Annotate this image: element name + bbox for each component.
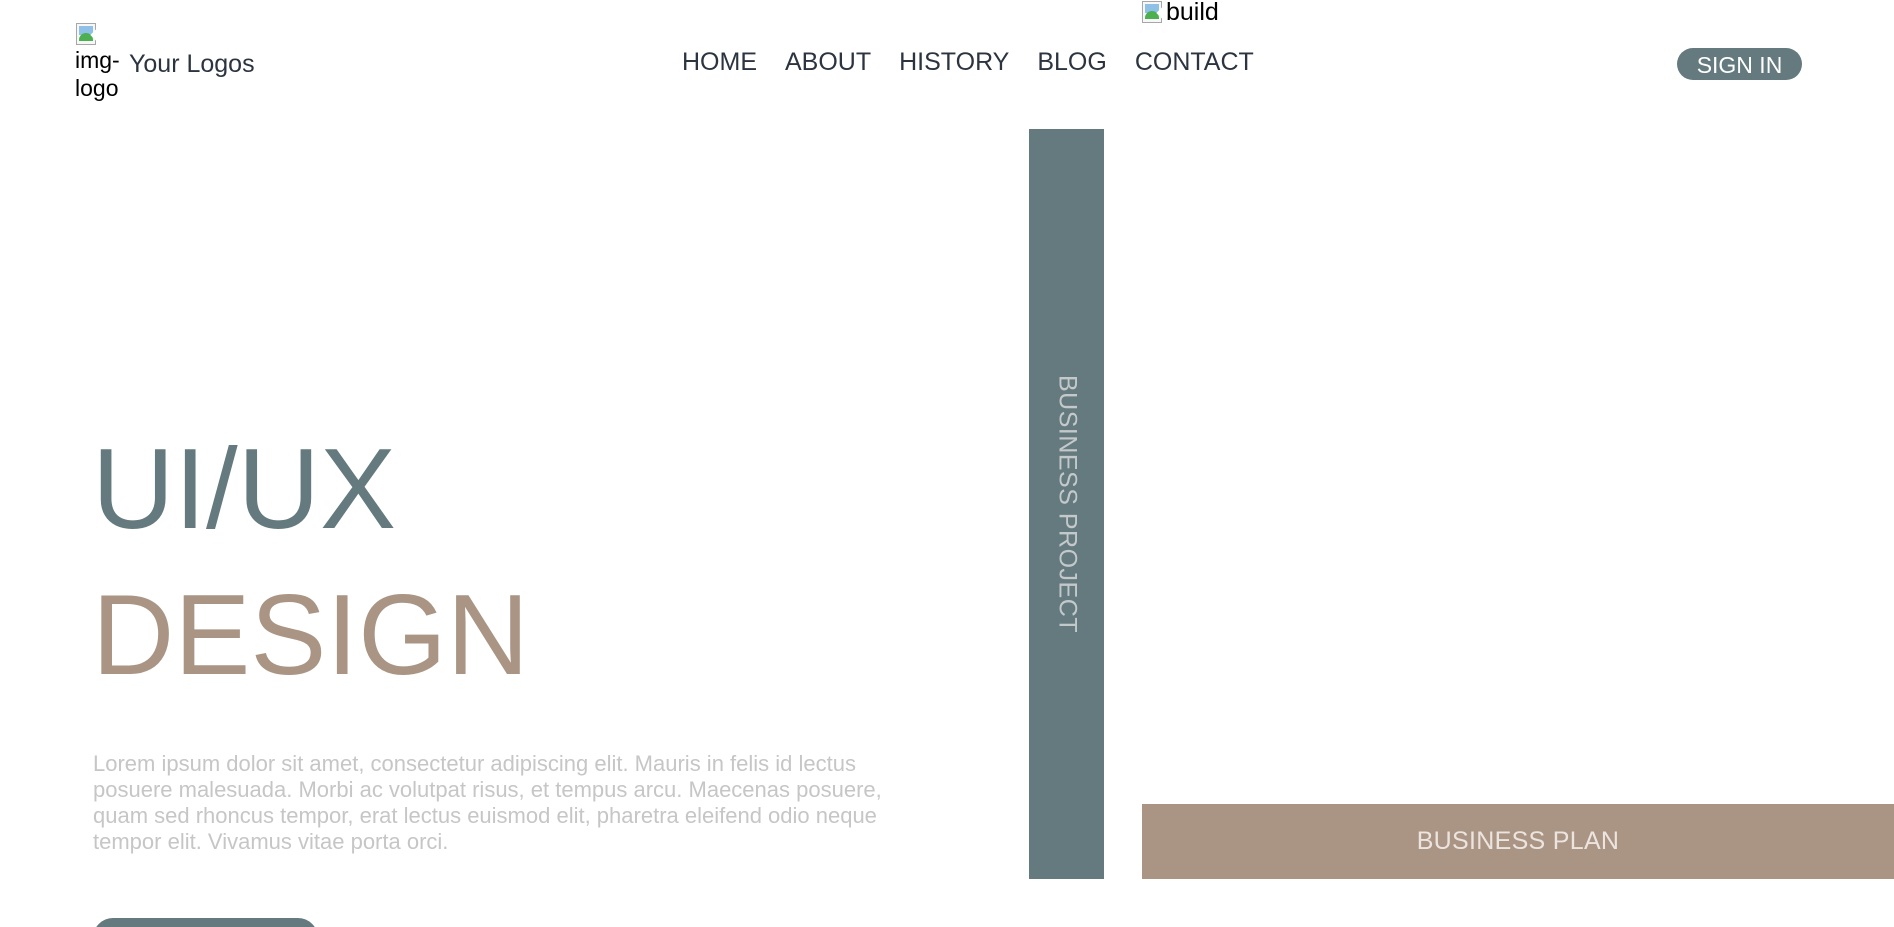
logo-alt-text: img-logo <box>75 47 120 101</box>
hero-title-line-1: UI/UX <box>92 426 397 553</box>
nav-contact[interactable]: CONTACT <box>1135 46 1254 78</box>
broken-image-icon <box>75 22 102 46</box>
sign-in-button[interactable]: SIGN IN <box>1677 48 1802 80</box>
business-project-panel[interactable]: BUSINESS PROJECT <box>1029 129 1104 879</box>
build-image: build <box>1141 0 1219 26</box>
hero-description: Lorem ipsum dolor sit amet, consectetur … <box>93 751 882 854</box>
page: img-logo Your Logos build HOME ABOUT HIS… <box>0 0 1894 927</box>
nav-home[interactable]: HOME <box>682 46 757 78</box>
business-plan-label: BUSINESS PLAN <box>1416 827 1620 855</box>
nav-history[interactable]: HISTORY <box>899 46 1009 78</box>
broken-image-icon <box>1141 0 1168 24</box>
business-project-label: BUSINESS PROJECT <box>1053 374 1081 634</box>
nav-blog[interactable]: BLOG <box>1037 46 1106 78</box>
business-plan-panel[interactable]: BUSINESS PLAN <box>1142 804 1894 879</box>
logo-image[interactable]: img-logo <box>75 22 125 102</box>
logo-area[interactable]: img-logo Your Logos <box>75 22 255 102</box>
brand-name[interactable]: Your Logos <box>129 50 255 78</box>
build-image-alt-text: build <box>1166 0 1219 26</box>
cta-button[interactable] <box>93 918 318 927</box>
main-nav: HOME ABOUT HISTORY BLOG CONTACT <box>682 46 1254 78</box>
nav-about[interactable]: ABOUT <box>785 46 871 78</box>
hero-title-line-2: DESIGN <box>92 572 530 699</box>
